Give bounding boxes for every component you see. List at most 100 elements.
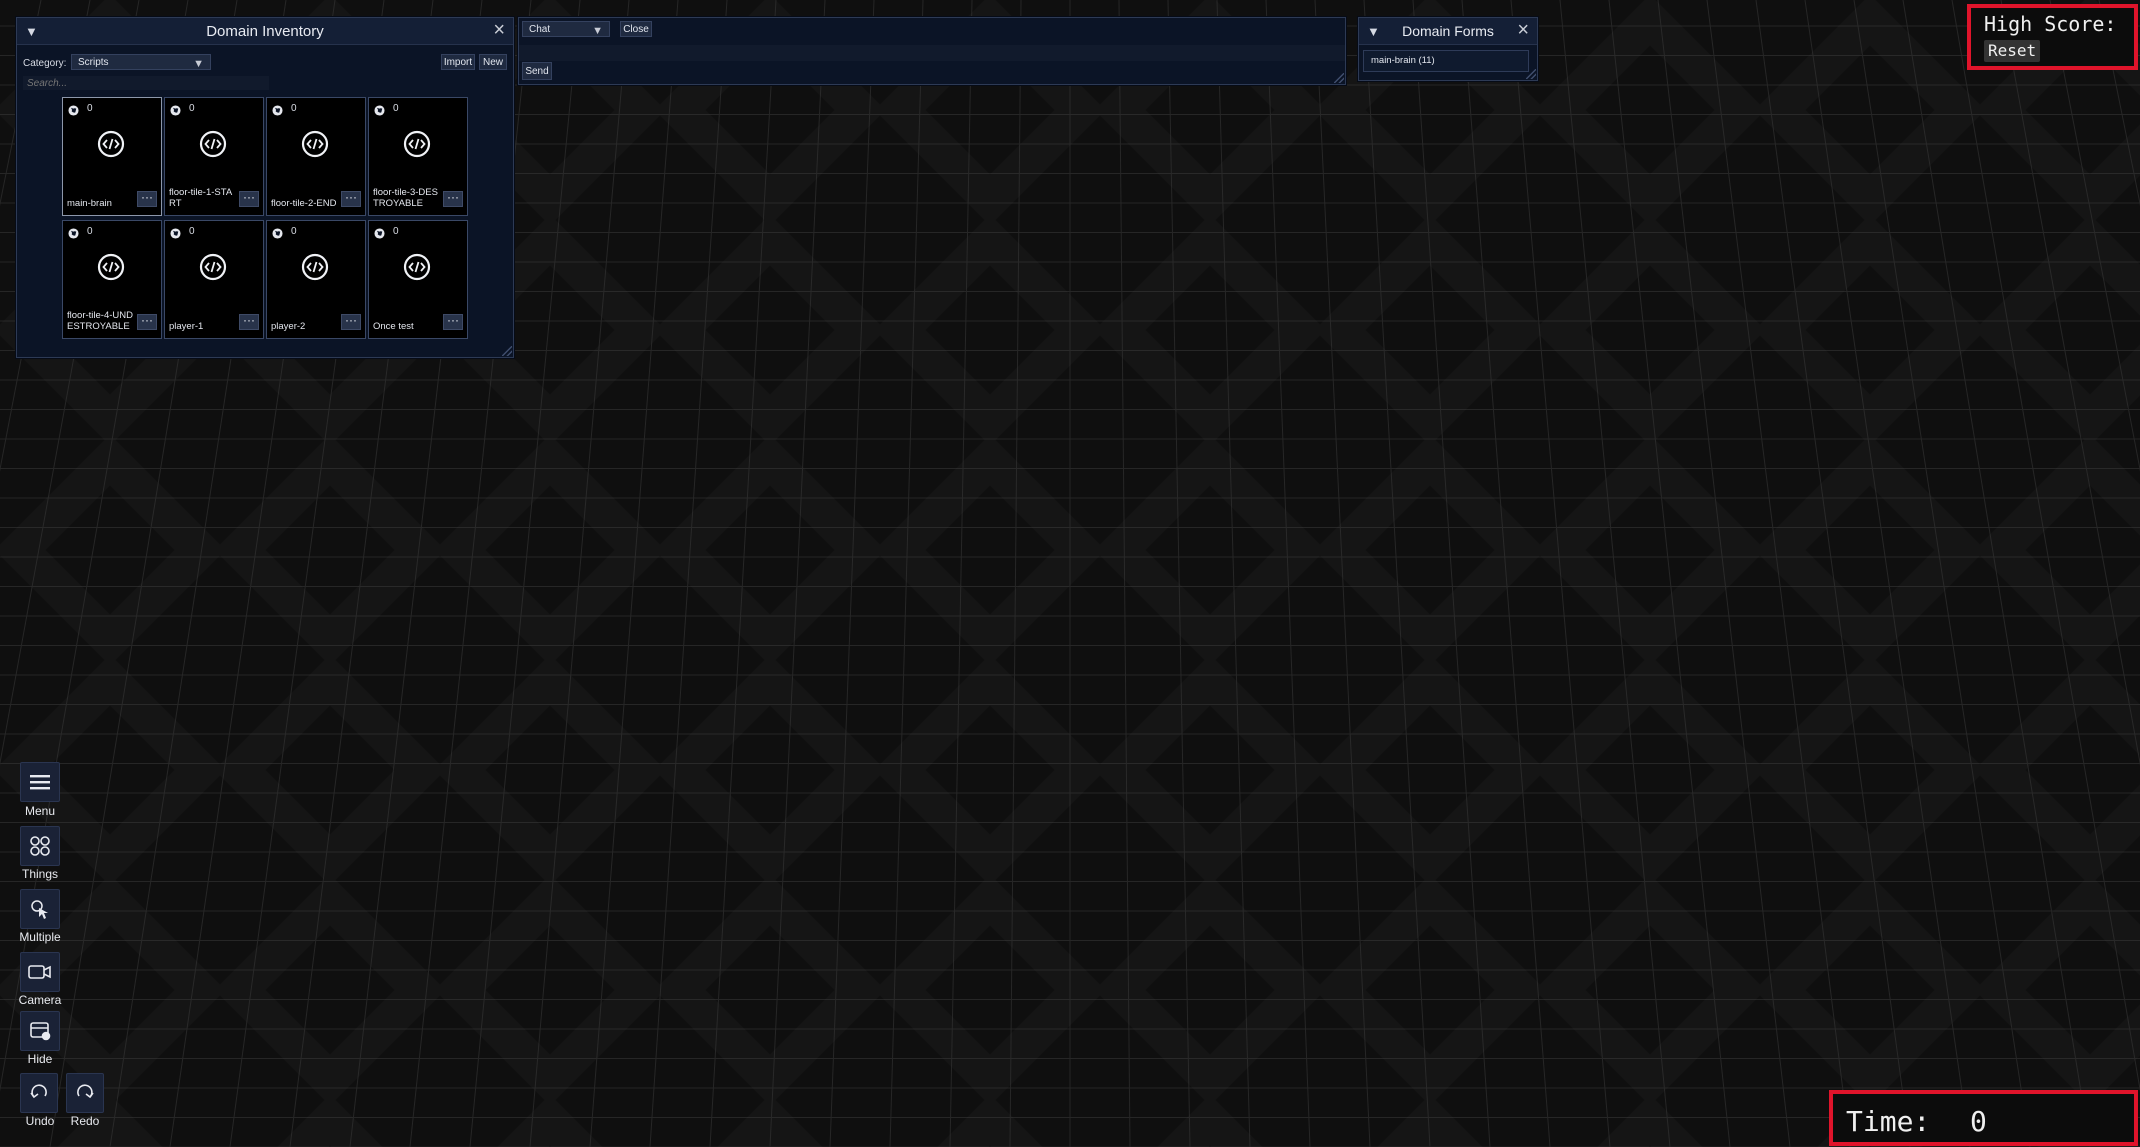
high-score-label: High Score: <box>1984 12 2117 36</box>
time-label: Time: <box>1846 1105 1931 1138</box>
tile-count: 0 <box>87 226 93 237</box>
domain-inventory-panel: ▼ Domain Inventory × Category: Scripts ▼… <box>16 17 514 358</box>
domain-forms-header[interactable]: ▼ Domain Forms × <box>1359 18 1537 45</box>
code-icon <box>97 253 125 281</box>
more-options-button[interactable]: ··· <box>443 314 463 330</box>
multiple-button[interactable] <box>20 889 60 929</box>
tile-count: 0 <box>189 226 195 237</box>
redo-icon <box>77 1084 94 1099</box>
menu-button[interactable] <box>20 762 60 802</box>
tile-name: floor-tile-1-START <box>169 187 233 209</box>
category-select-value: Scripts <box>78 56 109 68</box>
more-options-button[interactable]: ··· <box>137 314 157 330</box>
code-icon <box>199 130 227 158</box>
tile-name: main-brain <box>67 198 112 209</box>
chat-input[interactable] <box>519 45 1345 61</box>
chat-channel-value: Chat <box>529 23 551 35</box>
chat-panel: Chat ▼ Close Send <box>518 17 1346 85</box>
import-button[interactable]: Import <box>441 54 475 70</box>
tile-name: player-1 <box>169 321 204 332</box>
domain-inventory-header[interactable]: ▼ Domain Inventory × <box>17 18 513 45</box>
code-icon <box>97 130 125 158</box>
globe-icon <box>170 226 181 239</box>
tile-name: floor-tile-3-DESTROYABLE <box>373 187 438 209</box>
category-label: Category: <box>23 58 67 69</box>
chevron-down-icon: ▼ <box>193 58 204 70</box>
domain-forms-panel: ▼ Domain Forms × main-brain (11) <box>1358 17 1538 81</box>
resize-handle[interactable] <box>502 346 512 356</box>
globe-icon <box>272 226 283 239</box>
collapse-triangle-icon[interactable]: ▼ <box>1367 24 1380 39</box>
timer-hud: Time: 0 <box>1829 1090 2138 1146</box>
chevron-down-icon: ▼ <box>592 25 603 37</box>
tile-name: floor-tile-2-END <box>271 198 337 209</box>
inventory-tile[interactable]: 0 floor-tile-4-UNDESTROYABLE ··· <box>62 220 162 339</box>
hide-label: Hide <box>27 1052 53 1066</box>
tile-count: 0 <box>393 226 399 237</box>
domain-forms-title: Domain Forms <box>1402 23 1494 39</box>
undo-button[interactable] <box>20 1073 58 1113</box>
domain-form-item-label: main-brain (11) <box>1371 55 1435 66</box>
high-score-hud: High Score: Reset <box>1967 4 2138 70</box>
tile-count: 0 <box>189 103 195 114</box>
chat-channel-select[interactable]: Chat ▼ <box>522 21 610 37</box>
camera-button[interactable] <box>20 952 60 992</box>
resize-handle[interactable] <box>1334 73 1344 83</box>
new-button[interactable]: New <box>479 54 507 70</box>
hide-button[interactable] <box>20 1011 60 1051</box>
domain-inventory-title: Domain Inventory <box>206 22 324 40</box>
globe-icon <box>170 103 181 116</box>
globe-icon <box>68 103 79 116</box>
reset-button[interactable]: Reset <box>1984 40 2041 62</box>
globe-icon <box>374 226 385 239</box>
redo-button[interactable] <box>66 1073 104 1113</box>
close-icon[interactable]: × <box>1517 20 1529 40</box>
more-options-button[interactable]: ··· <box>239 191 259 207</box>
grid-circles-icon <box>30 836 50 856</box>
send-button[interactable]: Send <box>522 62 552 80</box>
inventory-tile[interactable]: 0 floor-tile-1-START ··· <box>164 97 264 216</box>
tile-count: 0 <box>87 103 93 114</box>
code-icon <box>301 130 329 158</box>
resize-handle[interactable] <box>1526 69 1536 79</box>
inventory-tile[interactable]: 0 floor-tile-3-DESTROYABLE ··· <box>368 97 468 216</box>
hide-window-icon <box>30 1022 51 1041</box>
close-icon[interactable]: × <box>493 20 505 40</box>
undo-icon <box>30 1084 47 1099</box>
more-options-button[interactable]: ··· <box>443 191 463 207</box>
domain-form-item[interactable]: main-brain (11) <box>1363 50 1529 72</box>
camera-label: Camera <box>18 993 62 1007</box>
tile-name: Once test <box>373 321 414 332</box>
inventory-tile[interactable]: 0 player-2 ··· <box>266 220 366 339</box>
more-options-button[interactable]: ··· <box>341 191 361 207</box>
reset-label: Reset <box>1988 41 2037 60</box>
multiple-label: Multiple <box>19 930 61 944</box>
tile-count: 0 <box>291 226 297 237</box>
camera-icon <box>28 965 51 979</box>
redo-label: Redo <box>70 1114 100 1128</box>
collapse-triangle-icon[interactable]: ▼ <box>25 24 38 39</box>
time-value: 0 <box>1970 1105 1987 1138</box>
search-input[interactable] <box>23 76 269 90</box>
tile-name: player-2 <box>271 321 306 332</box>
hamburger-menu-icon <box>30 775 50 790</box>
more-options-button[interactable]: ··· <box>137 191 157 207</box>
inventory-tile[interactable]: 0 player-1 ··· <box>164 220 264 339</box>
tile-name: floor-tile-4-UNDESTROYABLE <box>67 310 133 332</box>
more-options-button[interactable]: ··· <box>239 314 259 330</box>
inventory-tile[interactable]: 0 main-brain ··· <box>62 97 162 216</box>
more-options-button[interactable]: ··· <box>341 314 361 330</box>
chat-close-button[interactable]: Close <box>620 21 652 37</box>
things-label: Things <box>21 867 59 881</box>
globe-icon <box>272 103 283 116</box>
code-icon <box>403 253 431 281</box>
things-button[interactable] <box>20 826 60 866</box>
menu-label: Menu <box>24 804 56 818</box>
inventory-tile[interactable]: 0 floor-tile-2-END ··· <box>266 97 366 216</box>
code-icon <box>403 130 431 158</box>
tile-count: 0 <box>291 103 297 114</box>
inventory-tile[interactable]: 0 Once test ··· <box>368 220 468 339</box>
tile-count: 0 <box>393 103 399 114</box>
category-select[interactable]: Scripts ▼ <box>71 54 211 70</box>
globe-icon <box>374 103 385 116</box>
